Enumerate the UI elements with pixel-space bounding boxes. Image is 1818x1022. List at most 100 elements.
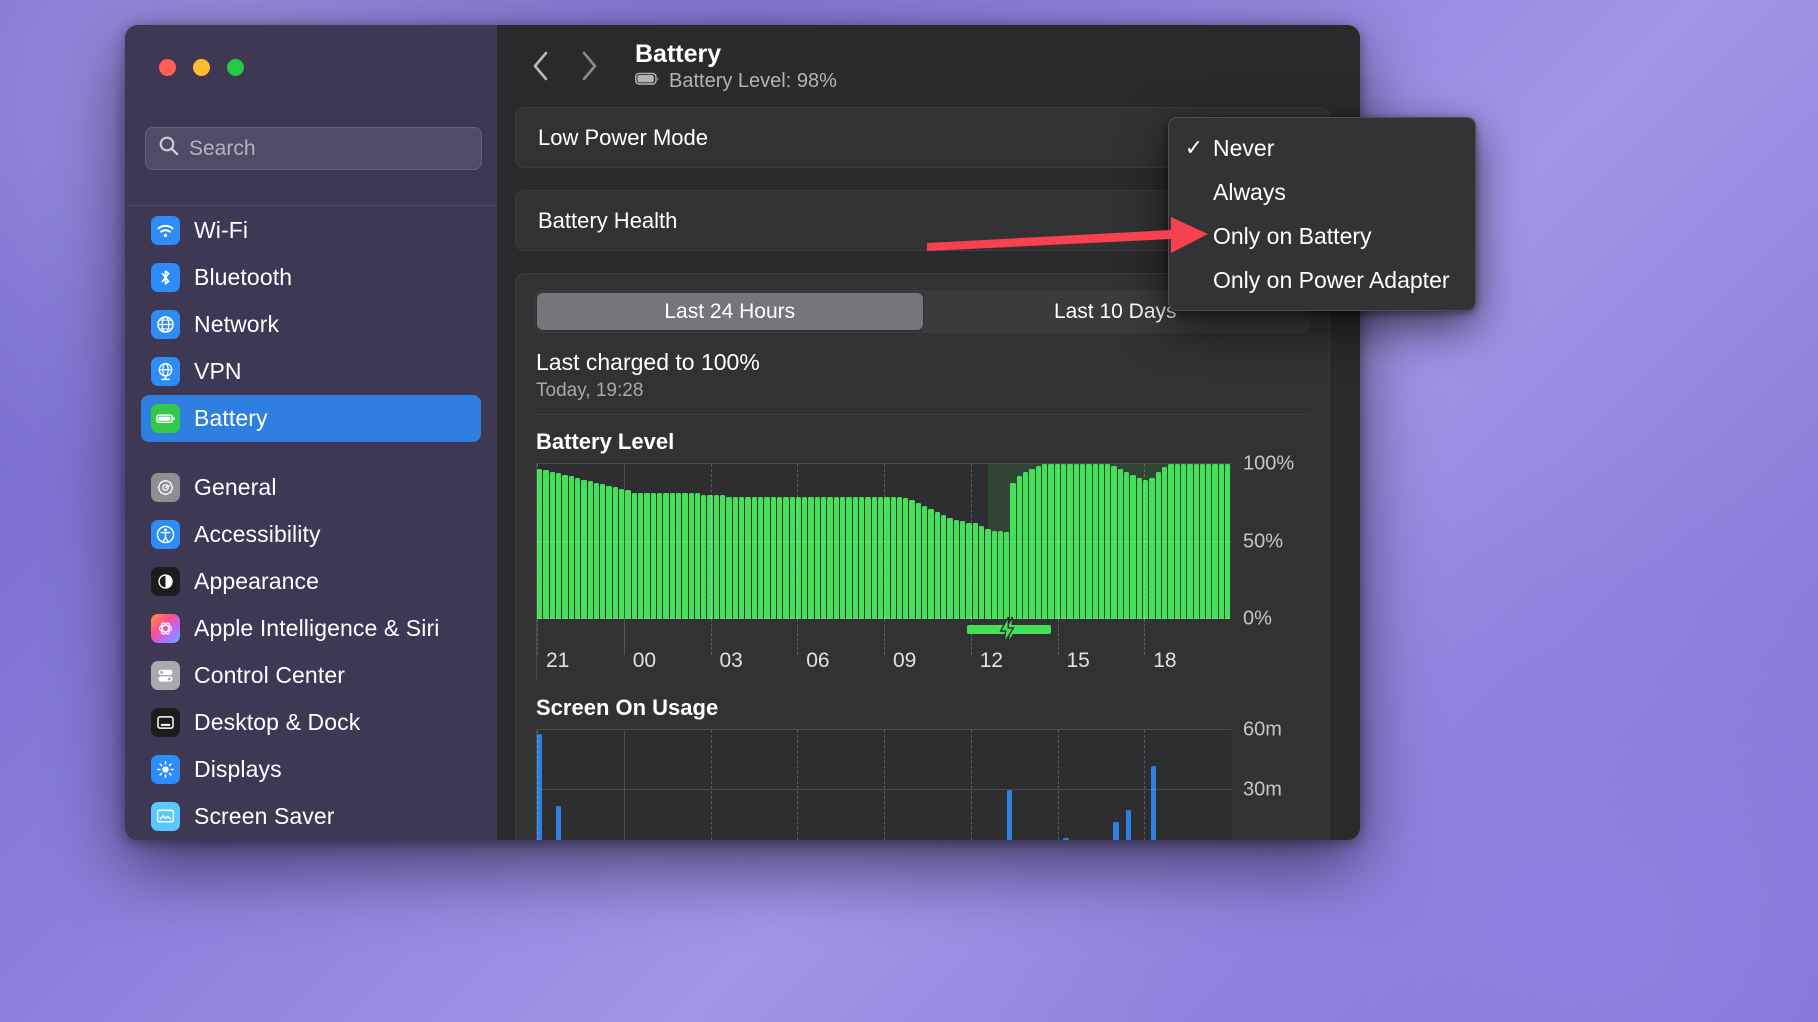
chart-bar bbox=[612, 487, 619, 619]
sidebar-item-apple-intelligence-siri[interactable]: Apple Intelligence & Siri bbox=[141, 605, 481, 652]
wifi-icon bbox=[151, 216, 180, 245]
forward-button[interactable] bbox=[567, 44, 611, 88]
chart-bar bbox=[808, 496, 814, 619]
chart-bar bbox=[587, 481, 593, 619]
back-button[interactable] bbox=[519, 44, 563, 88]
chart-bar bbox=[890, 496, 896, 619]
minimize-button[interactable] bbox=[193, 59, 210, 76]
zoom-button[interactable] bbox=[227, 59, 244, 76]
displays-icon bbox=[151, 755, 180, 784]
sidebar-item-battery[interactable]: Battery bbox=[141, 395, 481, 442]
chart-bar bbox=[922, 505, 928, 619]
search-field[interactable] bbox=[145, 127, 482, 170]
x-axis-tick-label: 06 bbox=[806, 649, 830, 672]
menu-item-only-on-battery[interactable]: Only on Battery bbox=[1169, 214, 1475, 258]
menu-item-only-on-power-adapter[interactable]: Only on Power Adapter bbox=[1169, 258, 1475, 302]
chart-bar bbox=[1199, 464, 1206, 619]
sidebar-item-wifi[interactable]: Wi-Fi bbox=[141, 207, 481, 254]
sidebar-item-control-center[interactable]: Control Center bbox=[141, 652, 481, 699]
sidebar-group-separator bbox=[141, 442, 481, 464]
checkmark-icon: ✓ bbox=[1184, 135, 1204, 160]
bolt-icon bbox=[999, 616, 1015, 643]
sidebar-item-label: General bbox=[194, 474, 277, 500]
gridline-vertical bbox=[623, 464, 625, 619]
menu-item-never[interactable]: ✓ Never bbox=[1169, 126, 1475, 170]
chart-bar bbox=[574, 477, 581, 619]
chart-bar bbox=[840, 496, 846, 619]
chart-bar bbox=[581, 479, 587, 619]
chart-bar bbox=[821, 496, 827, 619]
appearance-icon bbox=[151, 567, 180, 596]
chart-bar bbox=[757, 496, 764, 619]
chart-bar bbox=[934, 512, 940, 619]
chart-bar bbox=[1073, 464, 1079, 619]
chart-bar bbox=[549, 471, 555, 619]
x-axis-tick-label: 15 bbox=[1066, 649, 1090, 672]
search-input[interactable] bbox=[189, 136, 469, 161]
sidebar-item-general[interactable]: General bbox=[141, 464, 481, 511]
chart-bar bbox=[783, 496, 789, 619]
chart-bar bbox=[1151, 766, 1157, 840]
low-power-mode-dropdown-menu[interactable]: ✓ Never Always Only on Battery Only on P… bbox=[1168, 117, 1476, 311]
chart-bar bbox=[1063, 838, 1069, 840]
chart-bar bbox=[865, 496, 871, 619]
gridline-vertical bbox=[970, 730, 972, 840]
chart-bar bbox=[846, 496, 852, 619]
y-axis-tick-label: 50% bbox=[1243, 530, 1284, 552]
chart-bar bbox=[701, 495, 707, 619]
sidebar-item-displays[interactable]: Displays bbox=[141, 746, 481, 793]
x-axis-tick-label: 09 bbox=[893, 649, 917, 672]
tab-last-24-hours[interactable]: Last 24 Hours bbox=[537, 293, 923, 330]
chart-bar bbox=[606, 485, 612, 619]
charging-period-indicator bbox=[967, 616, 1048, 643]
battery-level-y-axis: 100% 50% 0% bbox=[1231, 453, 1309, 630]
desktop-dock-icon bbox=[151, 708, 180, 737]
sidebar-item-appearance[interactable]: Appearance bbox=[141, 558, 481, 605]
menu-item-always[interactable]: Always bbox=[1169, 170, 1475, 214]
chart-bar bbox=[1079, 464, 1086, 619]
chart-bar bbox=[1023, 471, 1029, 619]
battery-status-icon bbox=[635, 72, 660, 91]
chart-bar bbox=[802, 496, 808, 619]
chart-bar bbox=[915, 502, 922, 619]
chart-bar bbox=[985, 529, 991, 619]
y-axis-tick-label: 0% bbox=[1243, 607, 1272, 630]
chart-bar bbox=[669, 493, 675, 619]
page-header: Battery Battery Level: 98% bbox=[635, 40, 837, 93]
chart-bar bbox=[947, 518, 953, 619]
menu-item-label: Never bbox=[1213, 134, 1275, 161]
chart-bar bbox=[833, 496, 839, 619]
sidebar-item-desktop-dock[interactable]: Desktop & Dock bbox=[141, 699, 481, 746]
gridline-vertical bbox=[710, 730, 712, 840]
chart-bar bbox=[1016, 476, 1023, 619]
chart-bar bbox=[732, 496, 738, 619]
sidebar-item-label: Appearance bbox=[194, 568, 320, 594]
chart-bar bbox=[739, 496, 745, 619]
chart-bar bbox=[1004, 532, 1010, 619]
sidebar-nav[interactable]: Wi-Fi Bluetooth Network VPN Battery Gene… bbox=[125, 207, 497, 840]
close-button[interactable] bbox=[159, 59, 176, 76]
chart-bar bbox=[1111, 465, 1117, 619]
sidebar-item-network[interactable]: Network bbox=[141, 301, 481, 348]
x-axis-tick-label: 03 bbox=[719, 649, 743, 672]
chart-bar bbox=[751, 496, 757, 619]
chart-bar bbox=[726, 496, 732, 619]
chart-bar bbox=[1161, 467, 1168, 619]
sidebar-item-vpn[interactable]: VPN bbox=[141, 348, 481, 395]
sidebar-item-label: Wi-Fi bbox=[194, 217, 249, 243]
chart-bar bbox=[600, 484, 606, 619]
chart-bar bbox=[713, 495, 720, 619]
gridline-vertical bbox=[1057, 730, 1059, 840]
chart-bar bbox=[656, 493, 663, 619]
sidebar-item-label: Screen Saver bbox=[194, 803, 335, 829]
menu-item-label: Always bbox=[1213, 178, 1286, 205]
bluetooth-icon bbox=[151, 263, 180, 292]
x-axis-tick bbox=[1057, 619, 1059, 655]
sidebar-item-bluetooth[interactable]: Bluetooth bbox=[141, 254, 481, 301]
x-axis-tick-label: 18 bbox=[1153, 649, 1177, 672]
x-axis-tick bbox=[623, 619, 625, 655]
sidebar-item-screen-saver[interactable]: Screen Saver bbox=[141, 793, 481, 840]
sidebar-item-accessibility[interactable]: Accessibility bbox=[141, 511, 481, 558]
toolbar: Battery Battery Level: 98% bbox=[497, 25, 1360, 107]
chart-bar bbox=[1136, 477, 1142, 619]
